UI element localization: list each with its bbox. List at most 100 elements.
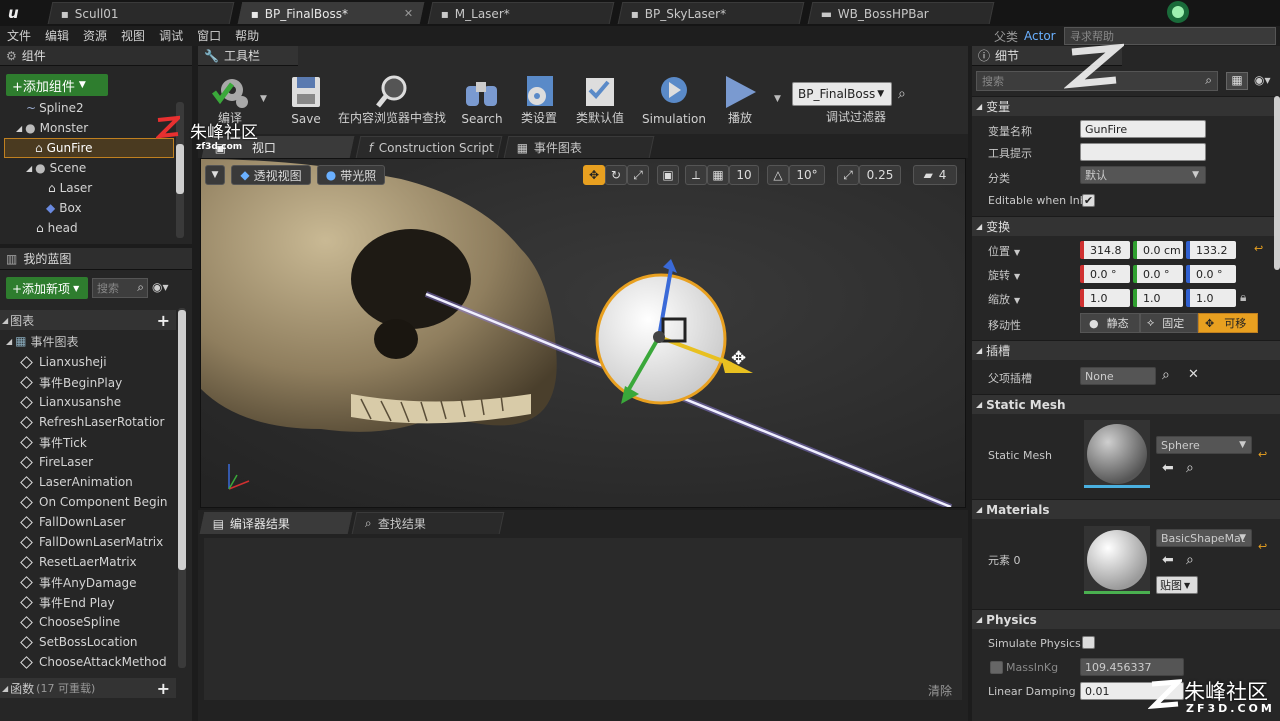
static-mesh-thumbnail[interactable] [1084, 420, 1150, 488]
viewport-options-button[interactable]: ▼ [205, 165, 225, 185]
variable-name-input[interactable]: GunFire [1080, 120, 1206, 138]
class-settings-button[interactable]: 类设置 [514, 72, 564, 128]
scale-mode-button[interactable]: ⤢ [627, 165, 649, 185]
event-item[interactable]: SetBossLocation [20, 632, 138, 652]
event-item[interactable]: Lianxusanshe [20, 392, 121, 412]
my-blueprint-tab[interactable]: ▥ 我的蓝图 [0, 248, 192, 270]
scale-label-wrap[interactable]: 缩放 ▼ [988, 291, 1020, 307]
play-button[interactable]: 播放 [716, 72, 764, 128]
event-item[interactable]: FallDownLaser [20, 512, 125, 532]
search-button[interactable]: Search [458, 72, 506, 128]
section-variable[interactable]: ◢ 变量 [972, 96, 1280, 116]
tab-bp-finalboss[interactable]: ▪ BP_FinalBoss* ✕ [237, 2, 425, 24]
tree-item-laser[interactable]: ⌂ Laser [48, 178, 92, 198]
event-item[interactable]: 事件End Play [20, 592, 115, 612]
event-item[interactable]: Lianxusheji [20, 352, 107, 372]
location-z-input[interactable]: 133.2 [1186, 241, 1236, 259]
event-graph-item[interactable]: ◢ ▦ 事件图表 [6, 332, 79, 350]
rotation-label-wrap[interactable]: 旋转 ▼ [988, 267, 1020, 283]
event-item[interactable]: RefreshLaserRotatior [20, 412, 164, 432]
viewport[interactable]: ✥ ▼ ◆ 透视视图 ● 带光照 ✥ ↻ ⤢ ▣ ⟂ ▦ 10 △ 10° ⤢ … [200, 158, 966, 508]
parent-socket-input[interactable]: None [1080, 367, 1156, 385]
mass-override-checkbox[interactable] [990, 661, 1003, 674]
scrollbar-thumb[interactable] [176, 144, 184, 194]
section-static-mesh[interactable]: ◢ Static Mesh [972, 394, 1280, 414]
add-new-button[interactable]: +添加新项 ▼ [6, 277, 88, 299]
menu-debug[interactable]: 调试 [152, 26, 190, 46]
tree-item-scene[interactable]: ◢ ● Scene [26, 158, 86, 178]
save-button[interactable]: Save [282, 72, 330, 128]
mobility-static-button[interactable]: ● 静态 [1080, 313, 1140, 333]
tree-item-box[interactable]: ◆ Box [46, 198, 82, 218]
menu-view[interactable]: 视图 [114, 26, 152, 46]
menu-file[interactable]: 文件 [0, 26, 38, 46]
event-item[interactable]: On Component Begin [20, 492, 168, 512]
play-options-arrow-icon[interactable]: ▼ [774, 94, 781, 104]
event-item[interactable]: 事件BeginPlay [20, 372, 122, 392]
graphs-category[interactable]: ◢ 图表 + [0, 310, 176, 330]
source-control-icon[interactable] [1160, 0, 1196, 26]
view-options-icon[interactable]: ◉▾ [152, 280, 169, 294]
event-item[interactable]: ChooseAttackMethod [20, 652, 167, 672]
socket-search-icon[interactable]: ⌕ [1162, 367, 1170, 383]
tree-item-gunfire[interactable]: ⌂ GunFire [4, 138, 174, 158]
add-component-button[interactable]: +添加组件 ▼ [6, 74, 108, 96]
clear-button[interactable]: 清除 [928, 682, 952, 699]
toolbar-tab[interactable]: 🔧 工具栏 [198, 46, 298, 66]
add-graph-icon[interactable]: + [157, 311, 170, 330]
tree-item-monster[interactable]: ◢ ● Monster [16, 118, 88, 138]
scale-snap-button[interactable]: ⤢ [837, 165, 859, 185]
simulate-physics-checkbox[interactable] [1082, 636, 1095, 649]
camera-speed-button[interactable]: ▰ 4 [913, 165, 957, 185]
section-materials[interactable]: ◢ Materials [972, 499, 1280, 519]
grid-snap-value[interactable]: 10 [729, 165, 759, 185]
rotation-snap-value[interactable]: 10° [789, 165, 825, 185]
editable-when-inherited-checkbox[interactable]: ✔ [1082, 194, 1095, 207]
add-function-icon[interactable]: + [157, 679, 170, 698]
lock-icon[interactable]: 🔒︎ [1240, 290, 1246, 305]
event-item[interactable]: 事件AnyDamage [20, 572, 137, 592]
browse-material-icon[interactable]: ⌕ [1186, 552, 1194, 568]
tooltip-input[interactable] [1080, 143, 1206, 161]
tab-find-results[interactable]: ⌕ 查找结果 [351, 512, 505, 534]
menu-asset[interactable]: 资源 [76, 26, 114, 46]
rotation-y-input[interactable]: 0.0 ° [1133, 265, 1183, 283]
menu-window[interactable]: 窗口 [190, 26, 228, 46]
scale-x-input[interactable]: 1.0 [1080, 289, 1130, 307]
browse-mesh-icon[interactable]: ⌕ [1186, 460, 1194, 476]
mobility-movable-button[interactable]: ✥ 可移 [1198, 313, 1258, 333]
visibility-eye-icon[interactable]: ◉▾ [1254, 73, 1271, 87]
static-mesh-select[interactable]: Sphere ▼ [1156, 436, 1252, 454]
grid-snap-button[interactable]: ▦ [707, 165, 729, 185]
mobility-stationary-button[interactable]: ⟡ 固定 [1140, 313, 1198, 333]
scale-z-input[interactable]: 1.0 [1186, 289, 1236, 307]
translate-mode-button[interactable]: ✥ [583, 165, 605, 185]
event-item[interactable]: ResetLaerMatrix [20, 552, 137, 572]
tab-bp-skylaser[interactable]: ▪ BP_SkyLaser* [617, 2, 805, 24]
debug-object-select[interactable]: BP_FinalBoss ▼ [792, 82, 892, 106]
use-selected-arrow-icon[interactable]: ⬅ [1162, 460, 1174, 476]
details-scrollbar[interactable] [1274, 96, 1280, 270]
category-select[interactable]: 默认 ▼ [1080, 166, 1206, 184]
scale-y-input[interactable]: 1.0 [1133, 289, 1183, 307]
material-select[interactable]: BasicShapeMat ▼ [1156, 529, 1252, 547]
event-item[interactable]: FallDownLaserMatrix [20, 532, 163, 552]
section-physics[interactable]: ◢ Physics [972, 609, 1280, 629]
tab-m-laser[interactable]: ▪ M_Laser* [427, 2, 615, 24]
tab-event-graph[interactable]: ▦ 事件图表 [503, 136, 655, 158]
location-x-input[interactable]: 314.8 [1080, 241, 1130, 259]
rotate-mode-button[interactable]: ↻ [605, 165, 627, 185]
tree-item-head[interactable]: ⌂ head [36, 218, 78, 238]
tab-compiler-results[interactable]: ▤ 编译器结果 [199, 512, 353, 534]
location-label-wrap[interactable]: 位置 ▼ [988, 243, 1020, 259]
class-defaults-button[interactable]: 类默认值 [570, 72, 630, 128]
location-y-input[interactable]: 0.0 cm [1133, 241, 1183, 259]
scrollbar-thumb[interactable] [178, 310, 186, 570]
clear-socket-icon[interactable]: ✕ [1188, 367, 1199, 382]
lit-mode-button[interactable]: ● 带光照 [317, 165, 385, 185]
event-item[interactable]: 事件Tick [20, 432, 87, 452]
surface-snap-button[interactable]: ⟂ [685, 165, 707, 185]
scale-snap-value[interactable]: 0.25 [859, 165, 901, 185]
section-transform[interactable]: ◢ 变换 [972, 216, 1280, 236]
debug-search-icon[interactable]: ⌕ [898, 86, 906, 102]
